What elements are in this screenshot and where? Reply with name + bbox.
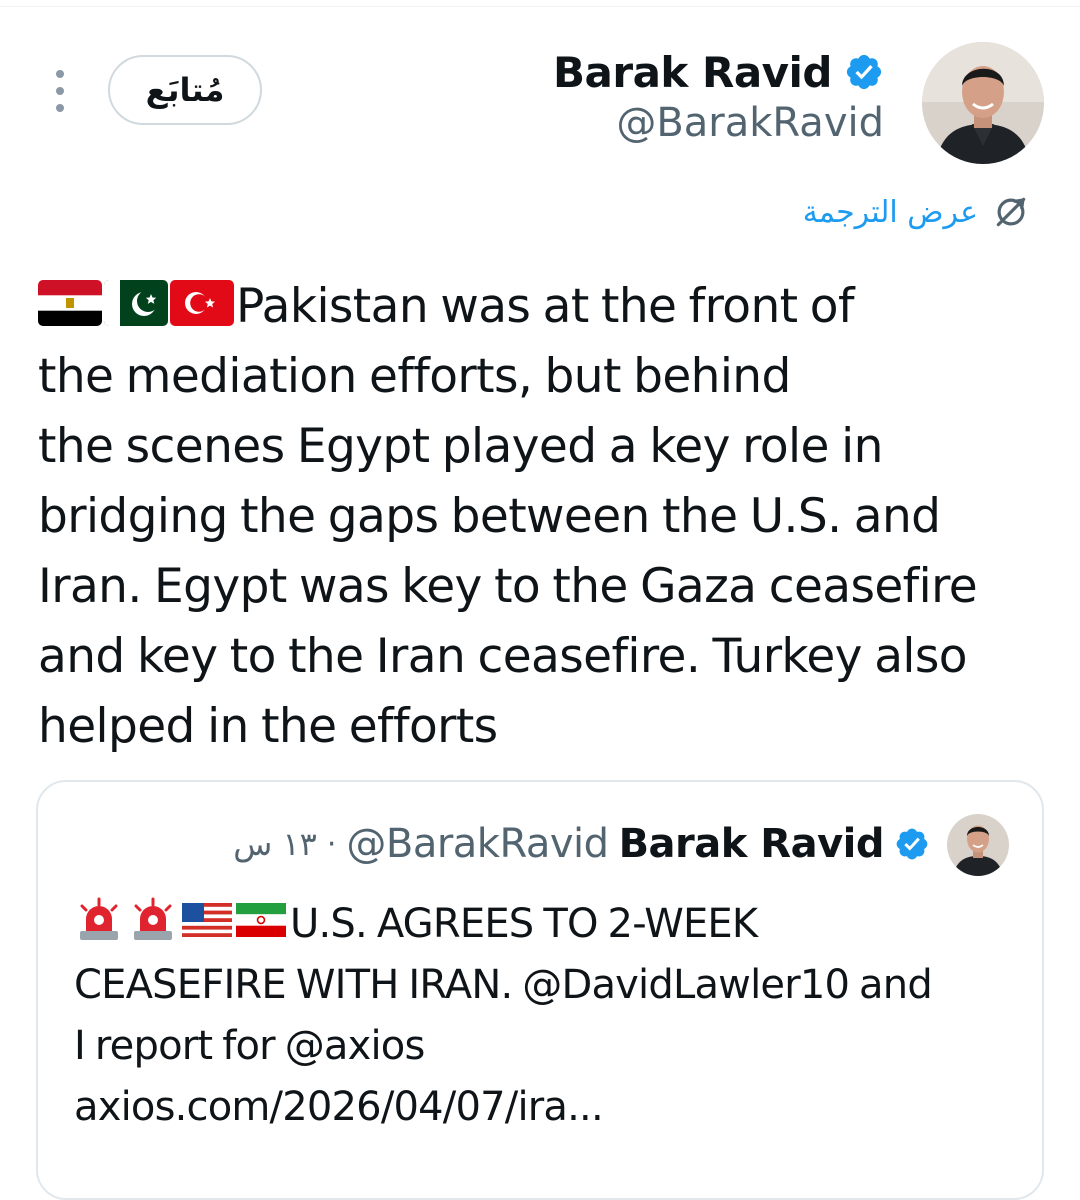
top-divider bbox=[0, 6, 1080, 7]
quoted-text-line-3: I report for @axios bbox=[74, 1023, 425, 1069]
translate-label: عرض الترجمة bbox=[802, 194, 978, 230]
usa-flag-icon bbox=[182, 897, 232, 941]
quoted-author-handle[interactable]: @BarakRavid bbox=[346, 821, 609, 867]
tweet-text-line-3: the scenes Egypt played a key role in bbox=[38, 419, 883, 474]
quoted-tweet-card[interactable]: ١٣ س · @BarakRavid Barak Ravid U.S. AGRE… bbox=[36, 780, 1044, 1200]
turkey-flag-icon bbox=[170, 280, 234, 326]
quoted-author-display-name[interactable]: Barak Ravid bbox=[619, 821, 885, 867]
verified-badge-icon bbox=[896, 828, 928, 860]
siren-icon bbox=[128, 897, 178, 941]
separator-dot: · bbox=[326, 826, 337, 862]
tweet-text-line-4: bridging the gaps between the U.S. and bbox=[38, 489, 941, 544]
following-button[interactable]: مُتابَع bbox=[108, 55, 262, 125]
translate-link[interactable]: عرض الترجمة bbox=[803, 190, 1030, 234]
tweet-text: Pakistan was at the front of the mediati… bbox=[38, 272, 1058, 762]
quoted-tweet-header: ١٣ س · @BarakRavid Barak Ravid bbox=[233, 818, 930, 870]
tweet-text-line-2: the mediation efforts, but behind bbox=[38, 349, 791, 404]
author-avatar[interactable] bbox=[922, 42, 1044, 164]
author-display-name[interactable]: Barak Ravid bbox=[553, 48, 832, 97]
egypt-flag-icon bbox=[38, 280, 102, 326]
quoted-text-line-1: U.S. AGREES TO 2-WEEK bbox=[74, 894, 1024, 955]
translate-icon bbox=[996, 197, 1026, 227]
tweet-text-line-7: helped in the efforts bbox=[38, 699, 498, 754]
tweet-text-line-5: Iran. Egypt was key to the Gaza ceasefir… bbox=[38, 559, 978, 614]
quoted-link[interactable]: axios.com/2026/04/07/ira... bbox=[74, 1077, 1024, 1138]
pakistan-flag-icon bbox=[104, 280, 168, 326]
author-name-row[interactable]: Barak Ravid bbox=[553, 46, 884, 98]
iran-flag-icon bbox=[236, 897, 286, 941]
quoted-tweet-text: U.S. AGREES TO 2-WEEK CEASEFIRE WITH IRA… bbox=[74, 894, 1024, 1138]
siren-icon bbox=[74, 897, 124, 941]
quoted-text-line-2: CEASEFIRE WITH IRAN. @DavidLawler10 and bbox=[74, 962, 933, 1008]
quoted-author-avatar[interactable] bbox=[947, 814, 1009, 876]
verified-badge-icon bbox=[846, 54, 882, 90]
tweet-text-line-6: and key to the Iran ceasefire. Turkey al… bbox=[38, 629, 968, 684]
author-handle[interactable]: @BarakRavid bbox=[616, 100, 884, 146]
quoted-tweet-time[interactable]: ١٣ س bbox=[233, 825, 317, 863]
tweet-text-line-1: Pakistan was at the front of bbox=[38, 272, 1058, 342]
more-vertical-icon[interactable] bbox=[48, 70, 72, 112]
